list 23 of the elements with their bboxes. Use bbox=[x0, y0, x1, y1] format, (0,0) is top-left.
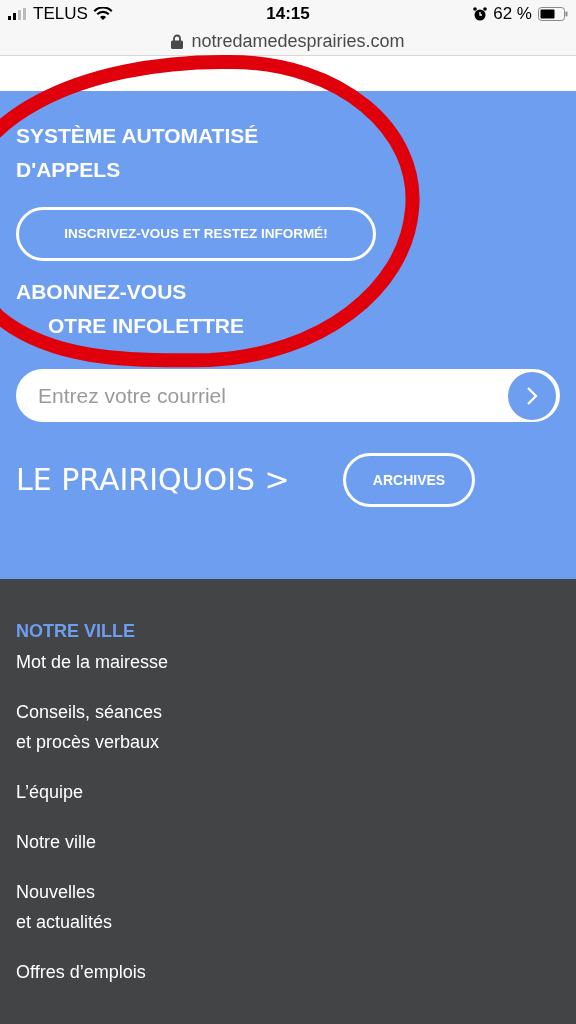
alerts-heading: SYSTÈME AUTOMATISÉ D'APPELS bbox=[16, 123, 260, 183]
email-input[interactable]: Entrez votre courriel bbox=[38, 379, 508, 412]
footer-link[interactable]: Offres d’emplois bbox=[16, 957, 560, 987]
wifi-icon bbox=[92, 7, 113, 21]
carrier-name: TELUS bbox=[33, 3, 88, 26]
newsletter-heading: OTRE INFOLETTRE bbox=[48, 313, 244, 339]
email-field[interactable]: Entrez votre courriel bbox=[16, 369, 560, 422]
clock-time: 14:15 bbox=[266, 3, 310, 26]
footer-link[interactable]: L’équipe bbox=[16, 777, 560, 807]
url-text[interactable]: notredamedesprairies.com bbox=[191, 28, 405, 55]
newsletter-heading: ABONNEZ-VOUS bbox=[16, 279, 187, 305]
footer-link[interactable]: Conseils, séances et procès verbaux bbox=[16, 697, 560, 757]
alarm-icon bbox=[473, 7, 488, 21]
battery-percent: 62 % bbox=[493, 3, 532, 26]
footer-link[interactable]: Mot de la mairesse bbox=[16, 647, 560, 677]
footer-link[interactable]: Nouvelles et actualités bbox=[16, 877, 560, 937]
chevron-right-icon bbox=[526, 385, 538, 406]
lock-icon bbox=[171, 34, 184, 49]
signal-icon bbox=[8, 8, 28, 20]
footer-heading: NOTRE VILLE bbox=[16, 620, 136, 643]
battery-icon bbox=[538, 7, 568, 21]
submit-button[interactable] bbox=[508, 371, 556, 420]
footer-link[interactable]: Notre ville bbox=[16, 827, 560, 857]
